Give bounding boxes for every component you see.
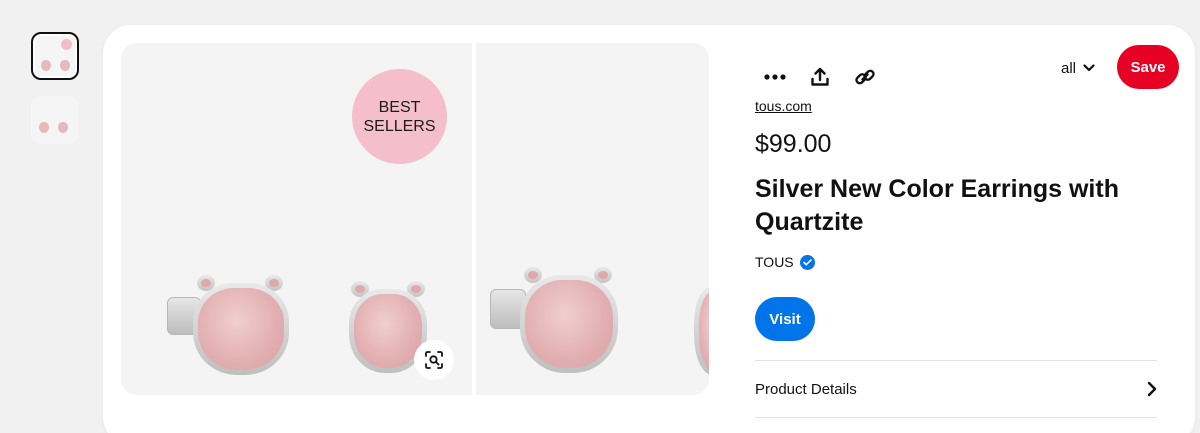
product-price: $99.00 bbox=[755, 130, 832, 158]
visual-search-button[interactable] bbox=[414, 340, 454, 380]
thumbnail-1[interactable] bbox=[31, 32, 79, 80]
save-button[interactable]: Save bbox=[1117, 45, 1179, 89]
thumbnail-badge bbox=[61, 39, 72, 50]
thumbnail-earring bbox=[58, 122, 68, 133]
pin-card: BEST SELLERS all Save tous.com $99.00 Si… bbox=[103, 25, 1195, 433]
thumbnail-2[interactable] bbox=[31, 96, 79, 144]
visit-button[interactable]: Visit bbox=[755, 297, 815, 341]
earring-closeup-partial bbox=[694, 279, 709, 375]
share-icon bbox=[811, 67, 829, 86]
brand-name: TOUS bbox=[755, 254, 794, 270]
badge-line-2: SELLERS bbox=[363, 117, 436, 135]
thumbnail-strip bbox=[31, 32, 79, 160]
thumbnail-earring bbox=[39, 122, 49, 133]
product-image-2 bbox=[476, 43, 709, 395]
product-details-row[interactable]: Product Details bbox=[755, 361, 1157, 417]
verified-badge-icon bbox=[799, 254, 815, 270]
action-bar bbox=[755, 57, 890, 97]
product-title: Silver New Color Earrings with Quartzite bbox=[755, 175, 1119, 236]
brand-link[interactable]: TOUS bbox=[755, 254, 815, 270]
link-icon bbox=[855, 69, 875, 85]
product-details-label: Product Details bbox=[755, 380, 857, 398]
share-button[interactable] bbox=[800, 57, 840, 97]
thumbnail-earring bbox=[60, 60, 70, 71]
best-sellers-badge: BEST SELLERS bbox=[352, 69, 447, 164]
board-label: all bbox=[1061, 59, 1077, 77]
visual-search-icon bbox=[425, 351, 443, 369]
earring-left bbox=[167, 275, 289, 375]
product-image-1: BEST SELLERS bbox=[121, 43, 472, 395]
product-gallery[interactable]: BEST SELLERS bbox=[121, 43, 709, 395]
earring-closeup bbox=[490, 267, 618, 373]
more-dots-icon bbox=[764, 74, 786, 80]
badge-line-1: BEST bbox=[378, 98, 421, 116]
chevron-down-icon bbox=[1083, 64, 1095, 72]
copy-link-button[interactable] bbox=[845, 57, 885, 97]
divider-bottom bbox=[755, 417, 1157, 418]
thumbnail-earring bbox=[41, 60, 51, 71]
source-domain-link[interactable]: tous.com bbox=[755, 98, 812, 114]
board-selector[interactable]: all bbox=[1061, 57, 1095, 79]
chevron-right-icon bbox=[1147, 381, 1157, 397]
more-options-button[interactable] bbox=[755, 57, 795, 97]
